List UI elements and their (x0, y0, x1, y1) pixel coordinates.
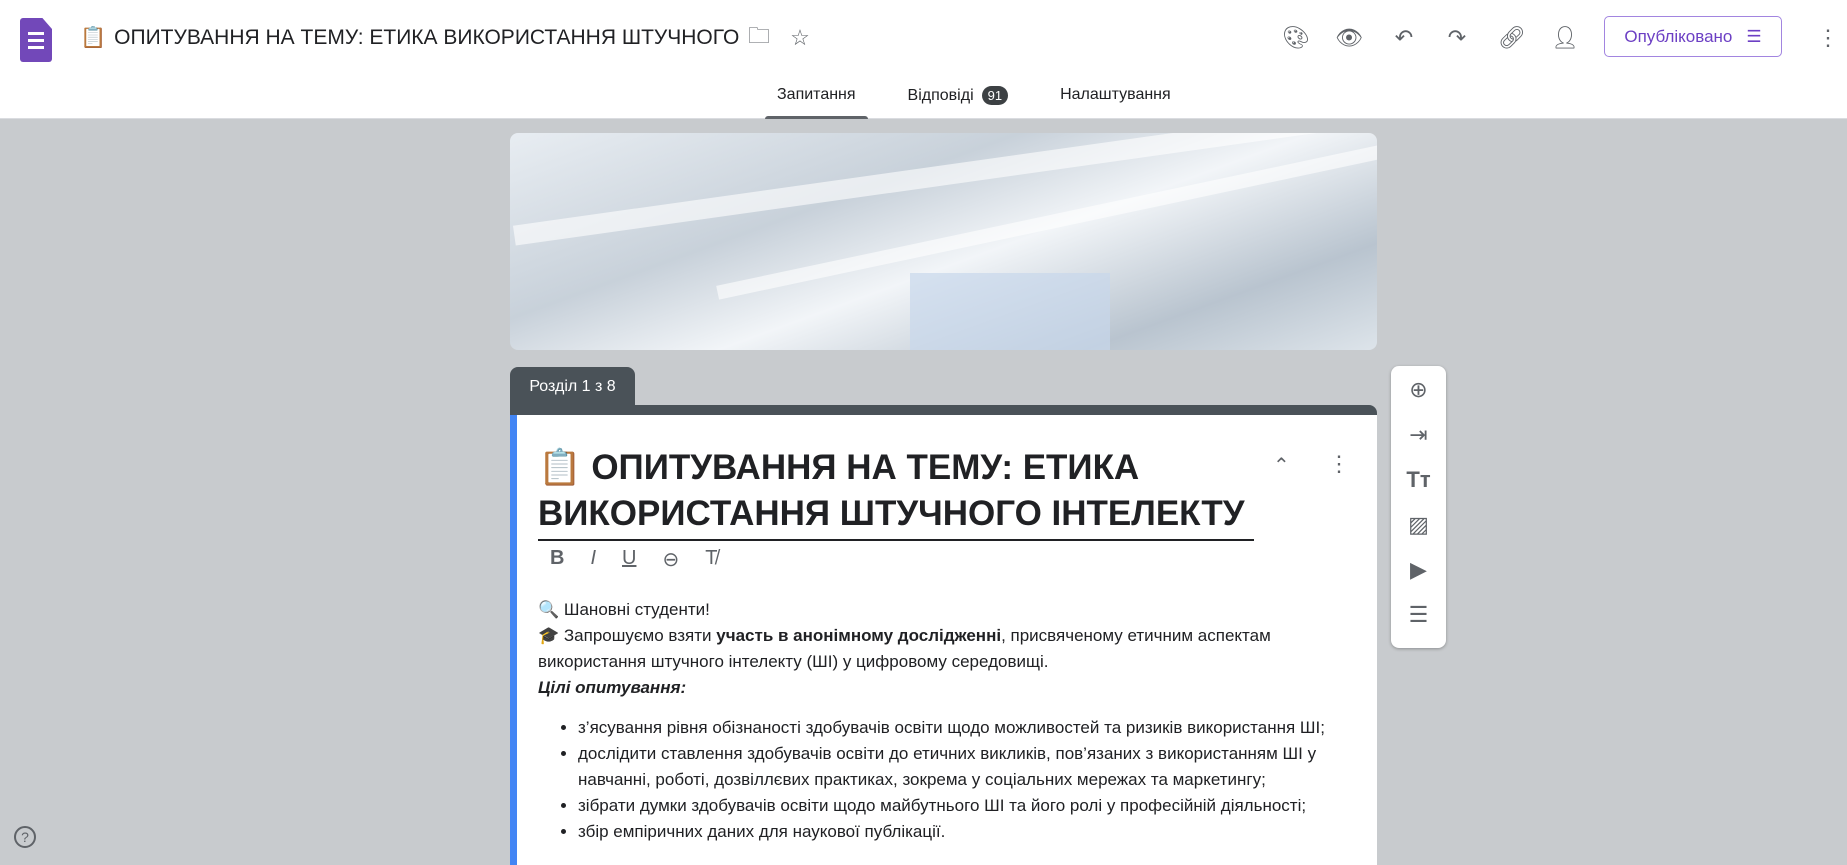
section-tab: Розділ 1 з 8 (510, 367, 635, 407)
document-title[interactable]: 📋 ОПИТУВАННЯ НА ТЕМУ: ЕТИКА ВИКОРИСТАННЯ … (80, 26, 740, 50)
document-title-text[interactable]: ОПИТУВАННЯ НА ТЕМУ: ЕТИКА ВИКОРИСТАННЯ Ш… (114, 26, 740, 50)
tab-bar: Запитання Відповіді 91 Налаштування (765, 86, 1183, 119)
clipboard-icon: 📋 (538, 448, 582, 487)
tab-label: Відповіді (907, 87, 974, 104)
more-vert-icon[interactable]: ⋮ (1328, 451, 1350, 477)
header-banner-image (510, 133, 1377, 350)
clear-format-icon[interactable]: T̸ (705, 547, 717, 572)
active-indicator (510, 415, 517, 865)
add-title-icon[interactable]: Tт (1405, 466, 1433, 494)
collapse-icon[interactable]: ⌃ (1273, 453, 1290, 478)
list-item: з’ясування рівня обізнаності здобувачів … (578, 715, 1328, 741)
list-item: зібрати думки здобувачів освіти щодо май… (578, 793, 1328, 819)
app-header: 📋 ОПИТУВАННЯ НА ТЕМУ: ЕТИКА ВИКОРИСТАННЯ … (0, 0, 1847, 119)
invite-text: 🎓 Запрошуємо взяти участь в анонімному д… (538, 626, 1271, 671)
palette-icon[interactable]: 🎨︎ (1282, 24, 1310, 52)
star-icon[interactable]: ☆ (786, 24, 814, 52)
add-section-icon[interactable]: ☰ (1405, 601, 1433, 629)
format-toolbar: B I U ⊖ T̸ (550, 547, 717, 572)
published-label: Опубліковано (1624, 26, 1733, 46)
published-button[interactable]: Опубліковано ☰ (1604, 16, 1782, 57)
form-title-input[interactable]: 📋 ОПИТУВАННЯ НА ТЕМУ: ЕТИКА ВИКОРИСТАННЯ… (538, 445, 1254, 541)
add-collaborator-icon[interactable]: 👤︎ (1551, 24, 1579, 52)
undo-icon[interactable]: ↶ (1390, 24, 1418, 52)
add-image-icon[interactable]: ▨ (1405, 511, 1433, 539)
import-questions-icon[interactable]: ⇥ (1405, 421, 1433, 449)
redo-icon[interactable]: ↷ (1443, 24, 1471, 52)
responses-count-badge: 91 (981, 86, 1009, 105)
underline-icon[interactable]: U (622, 547, 636, 572)
tab-label: Запитання (777, 86, 856, 103)
form-title-text: ОПИТУВАННЯ НА ТЕМУ: ЕТИКА ВИКОРИСТАННЯ Ш… (538, 448, 1245, 533)
form-description[interactable]: 🔍 Шановні студенти! 🎓 Запрошуємо взяти у… (538, 597, 1328, 845)
tab-settings[interactable]: Налаштування (1048, 86, 1183, 119)
tab-label: Налаштування (1060, 86, 1171, 103)
list-item: дослідити ставлення здобувачів освіти до… (578, 741, 1328, 793)
bold-icon[interactable]: B (550, 547, 564, 572)
clipboard-icon: 📋 (80, 26, 107, 49)
tune-icon: ☰ (1746, 26, 1762, 46)
forms-logo-icon[interactable] (20, 18, 52, 62)
goals-list: з’ясування рівня обізнаності здобувачів … (578, 715, 1328, 845)
folder-icon[interactable]: 🗀 (745, 23, 773, 52)
list-item: збір емпіричних даних для наукової публі… (578, 819, 1328, 845)
add-question-icon[interactable]: ⊕ (1405, 376, 1433, 404)
preview-eye-icon[interactable]: 👁︎ (1335, 24, 1363, 52)
goals-heading: Цілі опитування: (538, 678, 687, 697)
italic-icon[interactable]: I (590, 547, 596, 572)
add-video-icon[interactable]: ▶ (1405, 556, 1433, 584)
tab-responses[interactable]: Відповіді 91 (896, 86, 1021, 119)
greeting-text: 🔍 Шановні студенти! (538, 600, 710, 619)
floating-toolbar: ⊕ ⇥ Tт ▨ ▶ ☰ (1391, 366, 1446, 648)
link-icon[interactable]: 🔗︎ (1498, 24, 1526, 52)
link-icon[interactable]: ⊖ (662, 547, 679, 572)
form-header-card[interactable]: 📋 ОПИТУВАННЯ НА ТЕМУ: ЕТИКА ВИКОРИСТАННЯ… (510, 405, 1377, 865)
more-vert-icon[interactable]: ⋮ (1814, 24, 1842, 52)
tab-questions[interactable]: Запитання (765, 86, 868, 119)
